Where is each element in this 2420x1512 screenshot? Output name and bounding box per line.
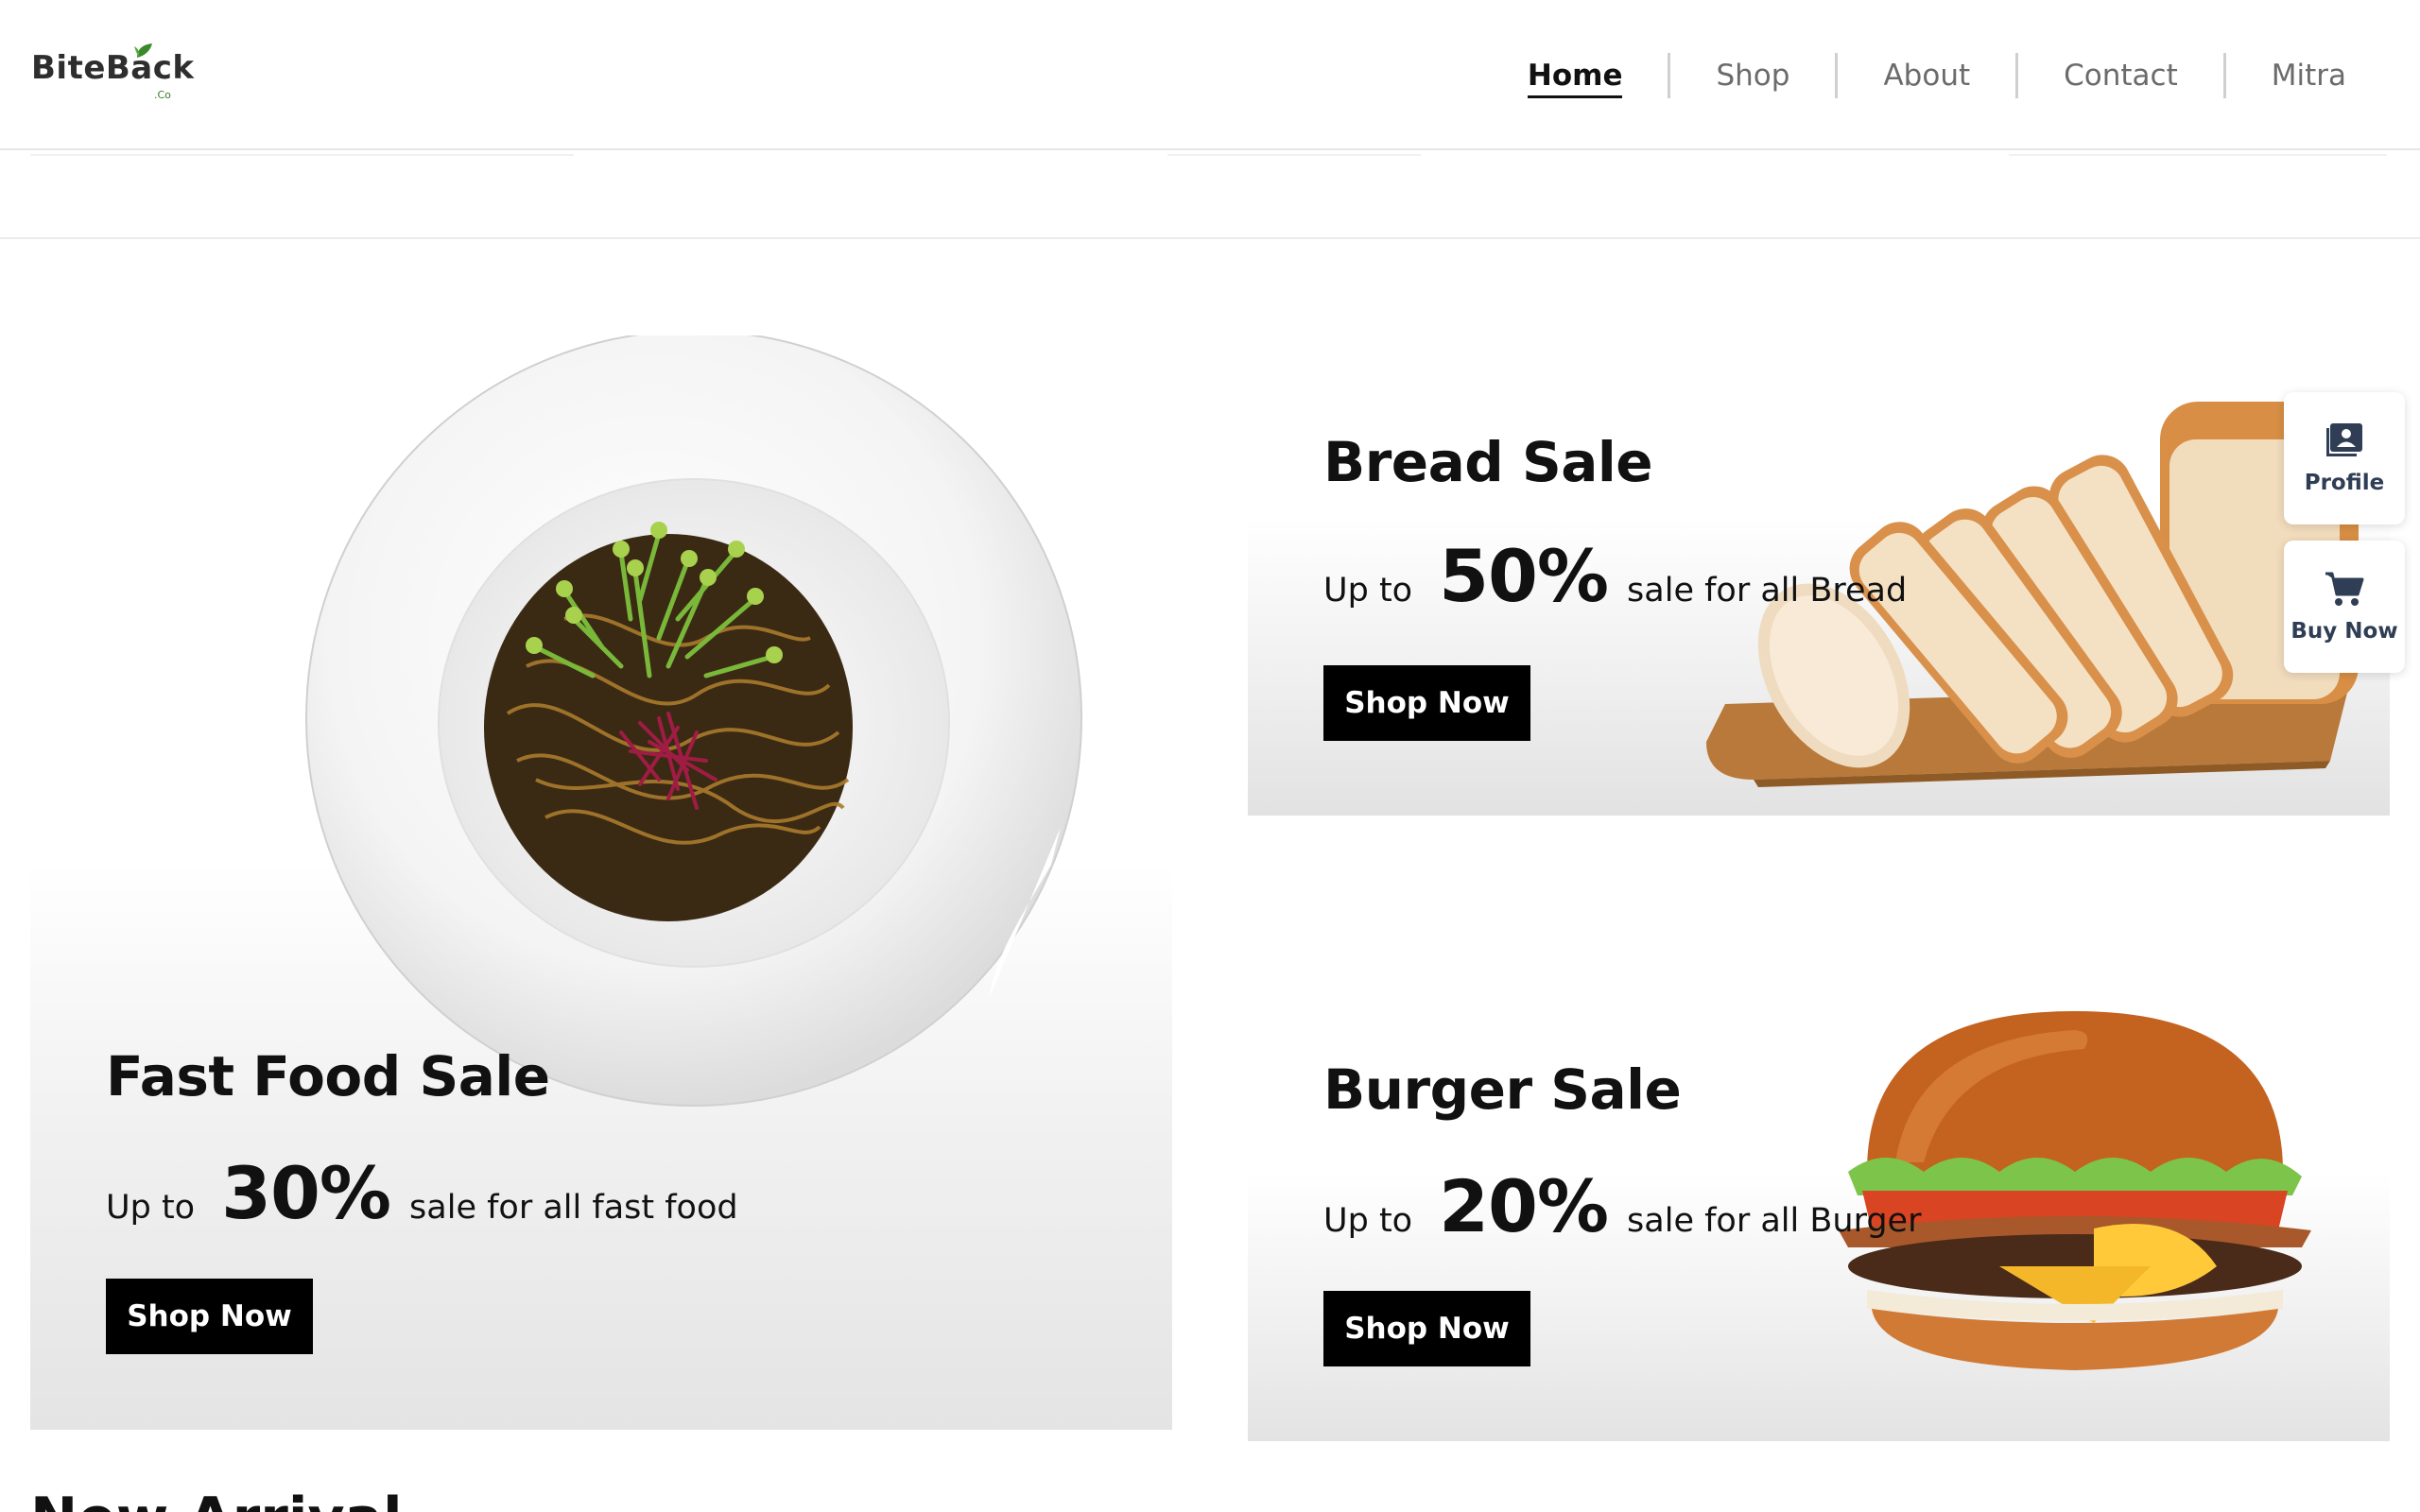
fast-food-title: Fast Food Sale: [106, 1044, 550, 1108]
divider: [1167, 154, 1421, 156]
offer-prefix: Up to: [106, 1189, 196, 1227]
profile-label: Profile: [2304, 471, 2385, 495]
nav-about[interactable]: About: [1835, 52, 2015, 98]
nav-contact-label: Contact: [2064, 58, 2178, 93]
promo-card-fast-food: Fast Food Sale Up to 30% sale for all fa…: [30, 335, 1172, 1430]
nav-home[interactable]: Home: [1482, 53, 1668, 98]
sub-navbar: [0, 150, 2420, 239]
brand-name: BiteBack: [31, 49, 195, 87]
burger-shop-now-button[interactable]: Shop Now: [1323, 1291, 1530, 1366]
new-arrival-heading: New Arrival: [30, 1486, 403, 1512]
bread-offer: Up to 50% sale for all Bread: [1323, 534, 1907, 618]
promo-card-burger: Burger Sale Up to 20% sale for all Burge…: [1248, 921, 2390, 1441]
buy-now-float-button[interactable]: Buy Now: [2284, 541, 2405, 673]
noodle-bowl-image: [305, 335, 1082, 1107]
bread-shop-now-button[interactable]: Shop Now: [1323, 665, 1530, 741]
cart-icon: [2325, 572, 2364, 606]
profile-card-icon: [2326, 423, 2362, 456]
divider: [30, 154, 574, 156]
top-navbar: BiteBack .Co Home Shop About Contact Mit…: [0, 0, 2420, 150]
bread-title: Bread Sale: [1323, 430, 1653, 494]
offer-percent: 50%: [1439, 534, 1609, 618]
nav-home-label: Home: [1527, 58, 1623, 98]
fast-food-offer: Up to 30% sale for all fast food: [106, 1151, 738, 1235]
burger-title: Burger Sale: [1323, 1057, 1682, 1122]
offer-percent: 30%: [221, 1151, 391, 1235]
nav-shop[interactable]: Shop: [1668, 52, 1835, 98]
profile-float-button[interactable]: Profile: [2284, 392, 2405, 524]
nav-mitra[interactable]: Mitra: [2222, 52, 2392, 98]
offer-suffix: sale for all Burger: [1627, 1202, 1922, 1240]
nav-shop-label: Shop: [1716, 58, 1790, 93]
fast-food-shop-now-button[interactable]: Shop Now: [106, 1279, 313, 1354]
burger-offer: Up to 20% sale for all Burger: [1323, 1164, 1921, 1248]
nav-mitra-label: Mitra: [2271, 58, 2346, 93]
nav-about-label: About: [1883, 58, 1971, 93]
nav-contact[interactable]: Contact: [2015, 52, 2223, 98]
divider: [2009, 154, 2387, 156]
offer-suffix: sale for all Bread: [1627, 572, 1908, 610]
offer-suffix: sale for all fast food: [409, 1189, 738, 1227]
offer-prefix: Up to: [1323, 572, 1413, 610]
brand-suffix: .Co: [154, 89, 171, 101]
leaf-icon: [134, 43, 152, 58]
brand-logo[interactable]: BiteBack .Co: [31, 43, 195, 101]
buy-now-label: Buy Now: [2290, 619, 2398, 644]
offer-prefix: Up to: [1323, 1202, 1413, 1240]
offer-percent: 20%: [1439, 1164, 1609, 1248]
promo-card-bread: Bread Sale Up to 50% sale for all Bread …: [1248, 335, 2390, 816]
main-menu: Home Shop About Contact Mitra: [1482, 0, 2420, 150]
